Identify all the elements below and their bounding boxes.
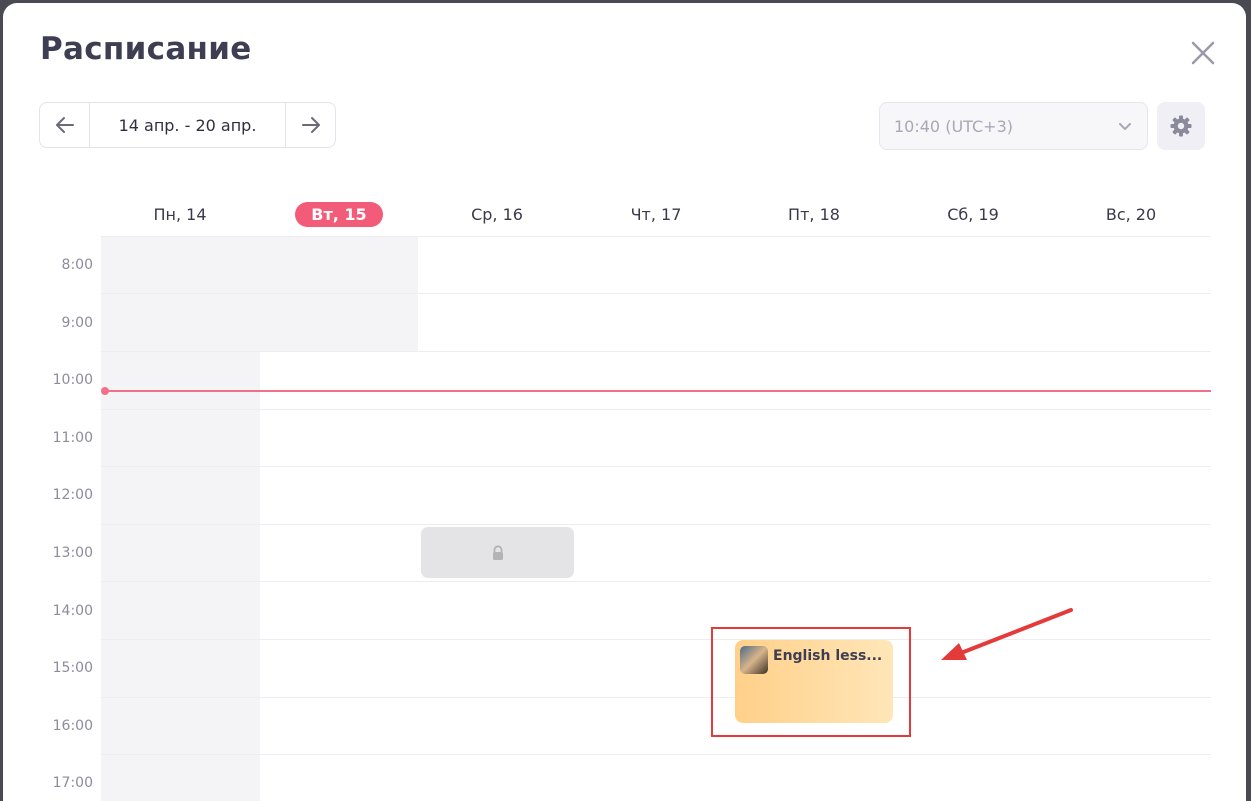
schedule-modal: Расписание 14 апр. - 20 апр. 10:40 (UTC+… [3,3,1246,801]
day-header-tue-today: Вт, 15 [260,199,418,229]
past-time-shade [101,237,418,352]
past-time-shade [101,352,260,801]
hour-label: 8:00 [61,257,93,273]
week-navigator: 14 апр. - 20 апр. [39,102,336,148]
grid-line [101,697,1211,698]
lock-icon [492,544,503,560]
hour-label: 15:00 [52,660,93,676]
grid-line [101,409,1211,410]
arrow-left-icon [55,117,74,133]
grid-line [101,581,1211,582]
next-week-button[interactable] [285,103,335,147]
locked-slot[interactable] [421,527,574,578]
grid-line [101,524,1211,525]
hour-label: 10:00 [52,372,93,388]
page-title: Расписание [40,31,252,67]
timezone-value: 10:40 (UTC+3) [894,116,1013,136]
annotation-highlight-box [711,627,911,737]
grid-line [101,293,1211,294]
hour-label: 13:00 [52,545,93,561]
gear-icon [1170,115,1192,137]
current-time-line [104,390,1211,392]
settings-button[interactable] [1157,102,1205,150]
grid-line [101,466,1211,467]
current-time-dot [101,387,109,395]
hour-label: 9:00 [61,315,93,331]
grid-line [101,351,1211,352]
hour-label: 14:00 [52,603,93,619]
timezone-select[interactable]: 10:40 (UTC+3) [879,102,1148,150]
annotation-arrow-icon [941,608,1073,660]
day-header-wed: Ср, 16 [471,204,523,224]
day-header-mon: Пн, 14 [153,204,207,224]
day-header-sat: Сб, 19 [947,204,999,224]
hour-label: 17:00 [52,775,93,791]
hour-label: 16:00 [52,718,93,734]
hour-label: 12:00 [52,487,93,503]
prev-week-button[interactable] [40,103,90,147]
day-header-fri: Пт, 18 [788,204,840,224]
hour-label: 11:00 [52,430,93,446]
close-button[interactable] [1189,39,1217,67]
day-header-sun: Вс, 20 [1105,204,1157,224]
week-range-label: 14 апр. - 20 апр. [118,115,257,135]
chevron-down-icon [1119,123,1131,130]
grid-line [101,754,1211,755]
today-badge: Вт, 15 [295,201,383,227]
close-icon [1191,41,1215,65]
arrow-right-icon [301,117,320,133]
day-header-thu: Чт, 17 [630,204,682,224]
